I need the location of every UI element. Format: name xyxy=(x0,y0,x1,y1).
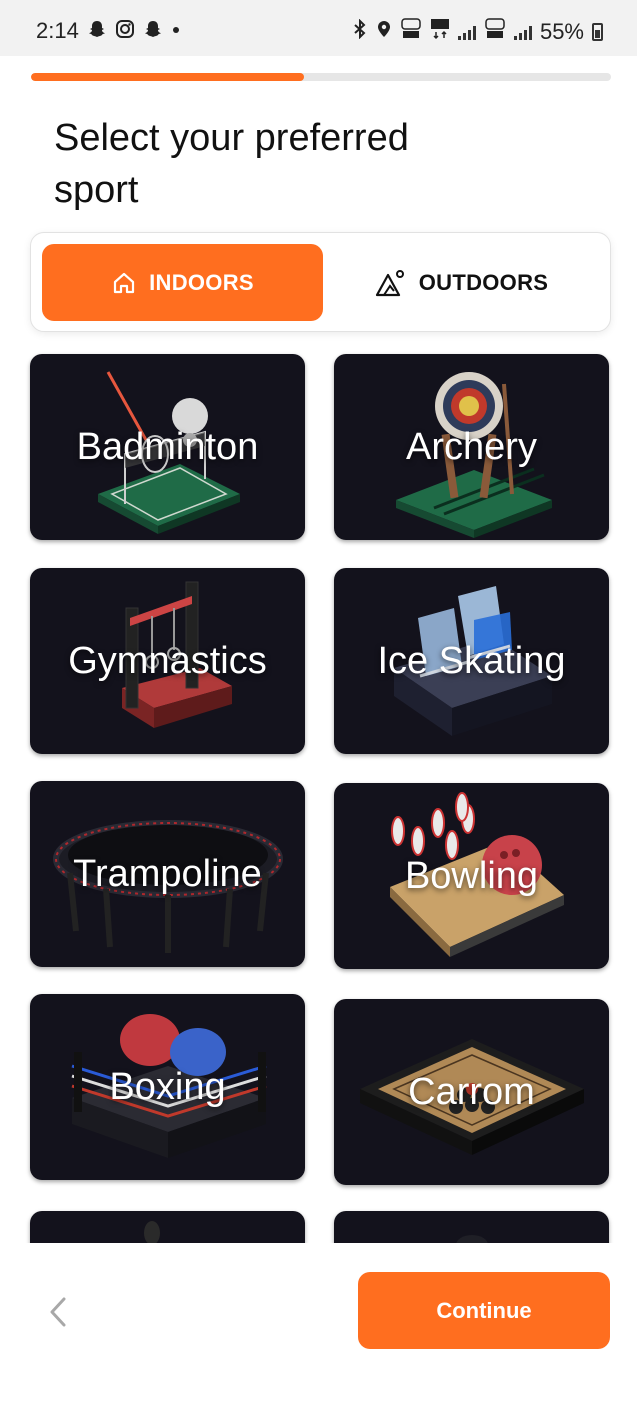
partial-illustration xyxy=(456,1235,488,1243)
sport-card-badminton[interactable]: Badminton xyxy=(30,354,305,540)
instagram-icon xyxy=(115,19,135,44)
status-time: 2:14 xyxy=(36,18,79,43)
sport-card-partial[interactable] xyxy=(30,1211,305,1243)
5g-icon xyxy=(430,18,450,45)
sport-card-archery[interactable]: Archery xyxy=(334,354,609,540)
dot-icon xyxy=(171,19,181,44)
snapchat-icon xyxy=(87,19,107,44)
tab-outdoors-label: OUTDOORS xyxy=(418,269,549,295)
sport-card-label: Ice Skating xyxy=(377,639,566,682)
snapchat-icon xyxy=(143,19,163,44)
back-button[interactable] xyxy=(40,1294,76,1334)
mountain-icon xyxy=(375,269,407,297)
chevron-left-icon xyxy=(47,1296,69,1333)
page-title: Select your preferred sport xyxy=(54,117,409,211)
progress-fill xyxy=(31,73,304,81)
tab-indoors-label: INDOORS xyxy=(149,269,254,295)
sport-card-carrom[interactable]: Carrom xyxy=(334,999,609,1185)
continue-button[interactable]: Continue xyxy=(358,1272,610,1349)
status-bar-right: 55% xyxy=(352,18,603,45)
sport-card-label: Boxing xyxy=(109,1065,226,1108)
signal-icon xyxy=(457,24,476,40)
volte-lte1-icon xyxy=(400,18,422,45)
signal-icon xyxy=(513,24,532,40)
onboarding-progress-bar xyxy=(31,73,611,81)
sports-grid: Badminton Archery Gymnastics Ice Skating… xyxy=(0,340,637,1243)
sport-card-partial[interactable] xyxy=(334,1211,609,1243)
tab-outdoors[interactable]: OUTDOORS xyxy=(321,244,602,321)
tab-indoors[interactable]: INDOORS xyxy=(42,244,323,321)
sport-card-label: Gymnastics xyxy=(68,639,267,682)
sport-card-trampoline[interactable]: Trampoline xyxy=(30,781,305,967)
indoor-outdoor-toggle: INDOORS OUTDOORS xyxy=(30,232,611,332)
sport-card-label: Carrom xyxy=(408,1070,535,1113)
sport-card-label: Badminton xyxy=(76,425,259,468)
partial-illustration xyxy=(144,1221,160,1243)
battery-icon xyxy=(592,22,603,41)
volte-lte2-icon xyxy=(484,18,506,45)
sport-card-bowling[interactable]: Bowling xyxy=(334,783,609,969)
sport-card-gymnastics[interactable]: Gymnastics xyxy=(30,568,305,754)
sport-card-boxing[interactable]: Boxing xyxy=(30,994,305,1180)
bluetooth-icon xyxy=(352,18,368,44)
status-bar-left: 2:14 xyxy=(36,18,181,44)
home-icon xyxy=(111,270,137,296)
location-icon xyxy=(376,19,392,44)
sport-card-label: Archery xyxy=(406,425,537,468)
sport-card-ice-skating[interactable]: Ice Skating xyxy=(334,568,609,754)
sport-card-label: Bowling xyxy=(404,854,539,897)
status-bar: 2:14 55% xyxy=(0,0,637,56)
battery-percent: 55% xyxy=(539,18,584,44)
sport-card-label: Trampoline xyxy=(73,852,262,895)
